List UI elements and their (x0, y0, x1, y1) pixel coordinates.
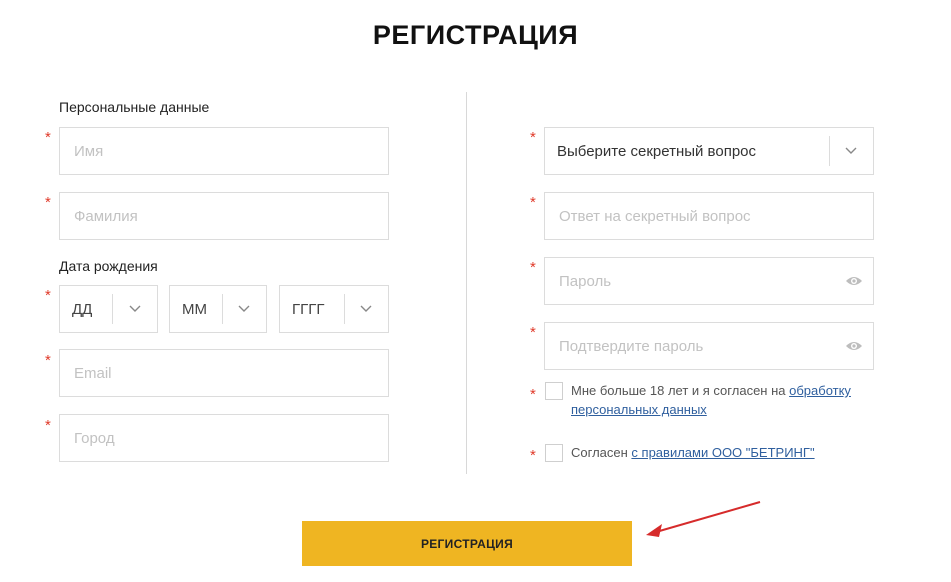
required-marker: * (530, 259, 536, 276)
password-field[interactable]: Пароль (544, 257, 874, 305)
select-divider (112, 294, 113, 324)
birth-year-value: ГГГГ (292, 300, 325, 318)
birth-date-label: Дата рождения (59, 258, 158, 274)
required-marker: * (530, 129, 536, 146)
email-placeholder: Email (74, 364, 112, 382)
rules-consent-label: Согласен с правилами ООО "БЕТРИНГ" (571, 443, 871, 462)
email-field[interactable]: Email (59, 349, 389, 397)
age-consent-text: Мне больше 18 лет и я согласен на (571, 383, 790, 398)
secret-answer-placeholder: Ответ на секретный вопрос (559, 207, 751, 225)
required-marker: * (45, 194, 51, 211)
rules-consent-checkbox[interactable] (545, 444, 563, 462)
eye-icon[interactable] (845, 258, 863, 304)
confirm-password-field[interactable]: Подтвердите пароль (544, 322, 874, 370)
chevron-down-icon (127, 286, 143, 332)
first-name-field[interactable]: Имя (59, 127, 389, 175)
first-name-placeholder: Имя (74, 142, 104, 160)
required-marker: * (45, 352, 51, 369)
age-consent-checkbox[interactable] (545, 382, 563, 400)
password-placeholder: Пароль (559, 272, 612, 290)
page-title: РЕГИСТРАЦИЯ (372, 20, 579, 50)
confirm-password-placeholder: Подтвердите пароль (559, 337, 704, 355)
birth-year-select[interactable]: ГГГГ (279, 285, 389, 333)
secret-answer-field[interactable]: Ответ на секретный вопрос (544, 192, 874, 240)
select-divider (344, 294, 345, 324)
chevron-down-icon (843, 128, 859, 174)
register-button[interactable]: РЕГИСТРАЦИЯ (302, 521, 632, 566)
required-marker: * (45, 129, 51, 146)
chevron-down-icon (358, 286, 374, 332)
select-divider (222, 294, 223, 324)
required-marker: * (530, 386, 536, 403)
select-divider (829, 136, 830, 166)
city-placeholder: Город (74, 429, 115, 447)
column-divider (466, 92, 467, 474)
eye-icon[interactable] (845, 323, 863, 369)
required-marker: * (530, 324, 536, 341)
last-name-field[interactable]: Фамилия (59, 192, 389, 240)
city-field[interactable]: Город (59, 414, 389, 462)
birth-day-select[interactable]: ДД (59, 285, 158, 333)
required-marker: * (530, 447, 536, 464)
age-consent-label: Мне больше 18 лет и я согласен на обрабо… (571, 381, 871, 419)
rules-consent-text: Согласен (571, 445, 632, 460)
required-marker: * (530, 194, 536, 211)
secret-question-select[interactable]: Выберите секретный вопрос (544, 127, 874, 175)
required-marker: * (45, 287, 51, 304)
birth-month-value: ММ (182, 300, 207, 318)
secret-question-value: Выберите секретный вопрос (557, 142, 757, 160)
required-marker: * (45, 417, 51, 434)
last-name-placeholder: Фамилия (74, 207, 138, 225)
personal-data-label: Персональные данные (59, 99, 210, 115)
red-arrow-icon (646, 501, 761, 537)
rules-link[interactable]: с правилами ООО "БЕТРИНГ" (631, 445, 814, 460)
birth-month-select[interactable]: ММ (169, 285, 267, 333)
chevron-down-icon (236, 286, 252, 332)
birth-day-value: ДД (72, 300, 93, 318)
